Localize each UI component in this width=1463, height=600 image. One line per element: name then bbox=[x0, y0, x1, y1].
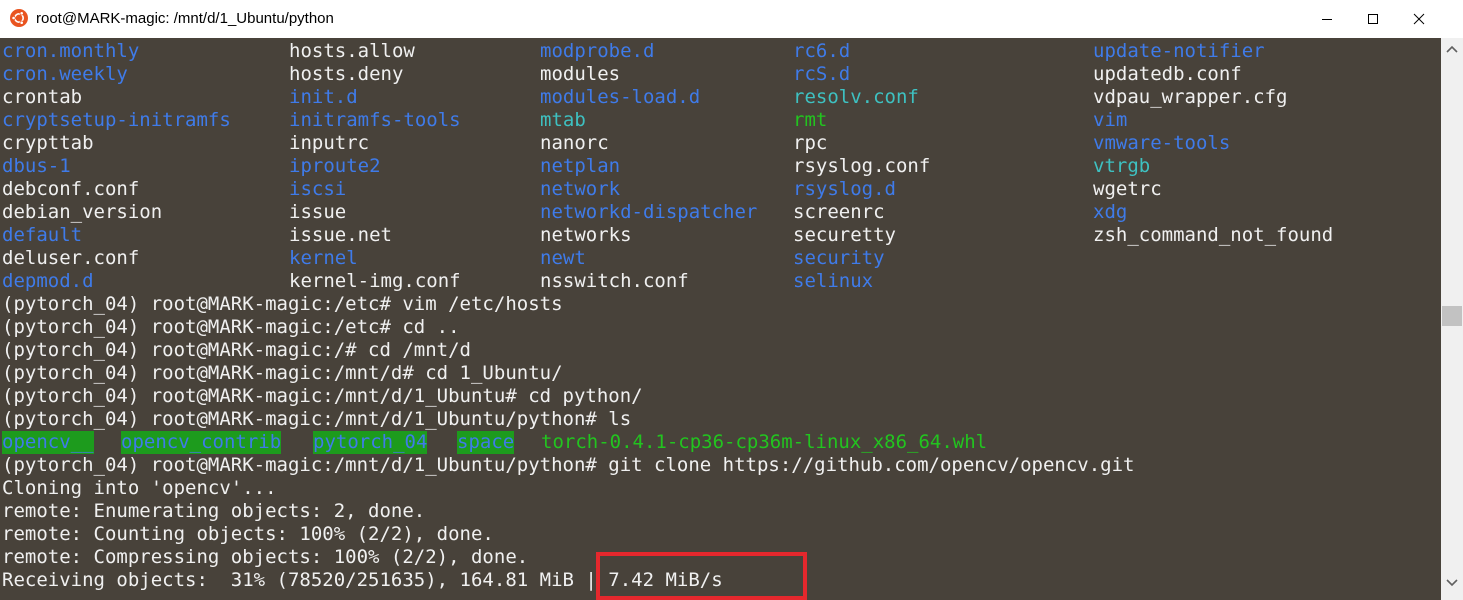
ls-entry: space bbox=[457, 431, 515, 454]
window-title: root@MARK-magic: /mnt/d/1_Ubuntu/python bbox=[36, 10, 334, 27]
listing-entry: deluser.conf bbox=[2, 247, 140, 269]
git-output-line: remote: Counting objects: 100% (2/2), do… bbox=[2, 523, 494, 545]
listing-entry: update-notifier bbox=[1093, 40, 1265, 62]
listing-entry: vtrgb bbox=[1093, 155, 1151, 177]
listing-row: debconf.conf iscsi network rsyslog.d wgetrc bbox=[2, 178, 1441, 201]
listing-entry: resolv.conf bbox=[793, 86, 919, 108]
listing-entry: cron.monthly bbox=[2, 40, 140, 62]
listing-entry: rsyslog.conf bbox=[793, 155, 931, 177]
listing-row: default issue.net networks securetty zsh_com… bbox=[2, 224, 1441, 247]
listing-entry: vmware-tools bbox=[1093, 132, 1231, 154]
listing-row: deluser.conf kernel newt security bbox=[2, 247, 1441, 270]
listing-entry: inputrc bbox=[289, 132, 370, 154]
listing-entry: default bbox=[2, 224, 83, 246]
command-line: (pytorch_04) root@MARK-magic:/etc# vim /… bbox=[2, 293, 563, 315]
minimize-icon bbox=[1322, 19, 1332, 20]
ls-output-line: opencv__ opencv_contrib pytorch_04 space tor… bbox=[2, 431, 1441, 454]
listing-row: dbus-1 iproute2 netplan rsyslog.conf vtrgb bbox=[2, 155, 1441, 178]
ls-entry: torch-0.4.1-cp36-cp36m-linux_x86_64.whl bbox=[541, 431, 988, 453]
listing-entry: mtab bbox=[540, 109, 586, 131]
listing-entry: vim bbox=[1093, 109, 1128, 131]
scroll-down-arrow-icon[interactable] bbox=[1446, 578, 1458, 588]
listing-entry: cron.weekly bbox=[2, 63, 128, 85]
listing-row: crypttab inputrc nanorc rpc vmware-tools bbox=[2, 132, 1441, 155]
git-output-line: Receiving objects: 31% (78520/251635), 1… bbox=[2, 569, 723, 591]
listing-entry: nsswitch.conf bbox=[540, 270, 689, 292]
scrollbar-thumb[interactable] bbox=[1442, 306, 1462, 326]
listing-row: cron.monthly hosts.allow modprobe.d rc6.d up… bbox=[2, 40, 1441, 63]
listing-entry: netplan bbox=[540, 155, 621, 177]
listing-row: debian_version issue networkd-dispatcher sc… bbox=[2, 201, 1441, 224]
listing-entry: zsh_command_not_found bbox=[1093, 224, 1334, 246]
listing-entry: crontab bbox=[2, 86, 83, 108]
command-line: (pytorch_04) root@MARK-magic:/# cd /mnt/… bbox=[2, 339, 471, 361]
listing-entry: selinux bbox=[793, 270, 874, 292]
listing-entry: modules-load.d bbox=[540, 86, 701, 108]
git-clone-command: (pytorch_04) root@MARK-magic:/mnt/d/1_Ub… bbox=[2, 454, 1135, 476]
terminal-area[interactable]: cron.monthly hosts.allow modprobe.d rc6.d up… bbox=[0, 38, 1441, 600]
listing-entry: networkd-dispatcher bbox=[540, 201, 758, 223]
listing-entry: xdg bbox=[1093, 201, 1128, 223]
listing-entry: rc6.d bbox=[793, 40, 851, 62]
listing-entry: networks bbox=[540, 224, 632, 246]
listing-entry: hosts.deny bbox=[289, 63, 404, 85]
listing-entry: debian_version bbox=[2, 201, 163, 223]
listing-entry: screenrc bbox=[793, 201, 885, 223]
listing-row: cron.weekly hosts.deny modules rcS.d updated… bbox=[2, 63, 1441, 86]
minimize-button[interactable] bbox=[1304, 0, 1350, 38]
listing-entry: wgetrc bbox=[1093, 178, 1162, 200]
listing-entry: modules bbox=[540, 63, 621, 85]
listing-entry: network bbox=[540, 178, 621, 200]
listing-entry: rpc bbox=[793, 132, 828, 154]
listing-entry: crypttab bbox=[2, 132, 94, 154]
listing-entry: debconf.conf bbox=[2, 178, 140, 200]
git-output-line: remote: Compressing objects: 100% (2/2),… bbox=[2, 546, 529, 568]
command-line: (pytorch_04) root@MARK-magic:/etc# cd .. bbox=[2, 316, 460, 338]
listing-entry: rsyslog.d bbox=[793, 178, 896, 200]
listing-entry: nanorc bbox=[540, 132, 609, 154]
listing-entry: hosts.allow bbox=[289, 40, 415, 62]
listing-entry: issue.net bbox=[289, 224, 392, 246]
ubuntu-icon bbox=[10, 9, 28, 27]
scroll-up-arrow-icon[interactable] bbox=[1446, 44, 1458, 54]
ls-entry: pytorch_04 bbox=[313, 431, 428, 454]
command-line: (pytorch_04) root@MARK-magic:/mnt/d# cd … bbox=[2, 362, 563, 384]
listing-entry: updatedb.conf bbox=[1093, 63, 1242, 85]
listing-entry: kernel-img.conf bbox=[289, 270, 461, 292]
close-button[interactable] bbox=[1396, 0, 1442, 38]
listing-entry: vdpau_wrapper.cfg bbox=[1093, 86, 1288, 108]
listing-entry: kernel bbox=[289, 247, 358, 269]
listing-entry: dbus-1 bbox=[2, 155, 71, 177]
maximize-icon bbox=[1368, 14, 1378, 24]
listing-entry: securetty bbox=[793, 224, 896, 246]
listing-entry: init.d bbox=[289, 86, 358, 108]
title-bar[interactable]: root@MARK-magic: /mnt/d/1_Ubuntu/python bbox=[0, 0, 1463, 38]
ls-entry: opencv__ bbox=[2, 431, 94, 454]
listing-entry: iscsi bbox=[289, 178, 347, 200]
maximize-button[interactable] bbox=[1350, 0, 1396, 38]
listing-entry: issue bbox=[289, 201, 347, 223]
ls-entry: opencv_contrib bbox=[121, 431, 282, 454]
listing-entry: iproute2 bbox=[289, 155, 381, 177]
listing-entry: cryptsetup-initramfs bbox=[2, 109, 231, 131]
listing-entry: rmt bbox=[793, 109, 828, 131]
listing-entry: initramfs-tools bbox=[289, 109, 461, 131]
listing-row: crontab init.d modules-load.d resolv.conf vd… bbox=[2, 86, 1441, 109]
listing-entry: modprobe.d bbox=[540, 40, 655, 62]
git-output-line: remote: Enumerating objects: 2, done. bbox=[2, 500, 426, 522]
listing-entry: rcS.d bbox=[793, 63, 851, 85]
close-icon bbox=[1413, 13, 1425, 25]
listing-entry: security bbox=[793, 247, 885, 269]
listing-entry: depmod.d bbox=[2, 270, 94, 292]
listing-row: cryptsetup-initramfs initramfs-tools mtab r… bbox=[2, 109, 1441, 132]
command-line: (pytorch_04) root@MARK-magic:/mnt/d/1_Ub… bbox=[2, 385, 643, 407]
command-line: (pytorch_04) root@MARK-magic:/mnt/d/1_Ub… bbox=[2, 408, 632, 430]
terminal-output: cron.monthly hosts.allow modprobe.d rc6.d up… bbox=[2, 38, 1441, 600]
listing-row: depmod.d kernel-img.conf nsswitch.conf seli… bbox=[2, 270, 1441, 293]
listing-entry: newt bbox=[540, 247, 586, 269]
git-output-line: Cloning into 'opencv'... bbox=[2, 477, 277, 499]
vertical-scrollbar[interactable] bbox=[1441, 38, 1463, 600]
